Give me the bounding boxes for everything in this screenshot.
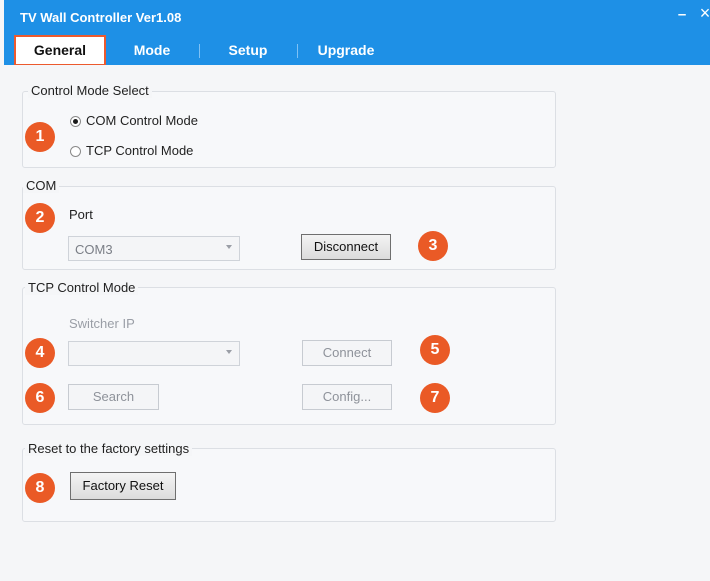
- title-bar: TV Wall Controller Ver1.08 – ×: [4, 0, 710, 36]
- factory-reset-button[interactable]: Factory Reset: [70, 472, 176, 500]
- tab-upgrade[interactable]: Upgrade: [308, 36, 384, 65]
- tab-bar: General Mode Setup Upgrade: [4, 35, 710, 66]
- com-mode-radio[interactable]: [70, 116, 81, 127]
- disconnect-button[interactable]: Disconnect: [301, 234, 391, 260]
- close-button[interactable]: ×: [698, 3, 710, 23]
- tcp-title: TCP Control Mode: [25, 280, 139, 295]
- callout-badge: 6: [25, 383, 55, 413]
- callout-badge: 5: [420, 335, 450, 365]
- port-value: COM3: [75, 242, 113, 257]
- chevron-down-icon: [226, 245, 232, 249]
- minimize-button[interactable]: –: [674, 6, 690, 26]
- callout-badge: 1: [25, 122, 55, 152]
- port-select[interactable]: COM3: [68, 236, 240, 261]
- connect-button[interactable]: Connect: [302, 340, 392, 366]
- window-title: TV Wall Controller Ver1.08: [20, 10, 182, 25]
- tab-mode[interactable]: Mode: [116, 36, 188, 65]
- callout-badge: 3: [418, 231, 448, 261]
- general-panel: Control Mode Select 1 COM Control Mode T…: [4, 65, 710, 581]
- callout-badge: 2: [25, 203, 55, 233]
- search-button[interactable]: Search: [68, 384, 159, 410]
- control-mode-title: Control Mode Select: [28, 83, 152, 98]
- port-label: Port: [69, 207, 93, 222]
- callout-badge: 4: [25, 338, 55, 368]
- callout-badge: 8: [25, 473, 55, 503]
- tab-divider: [297, 44, 298, 58]
- reset-title: Reset to the factory settings: [25, 441, 193, 456]
- chevron-down-icon: [226, 350, 232, 354]
- callout-badge: 7: [420, 383, 450, 413]
- config-button[interactable]: Config...: [302, 384, 392, 410]
- tab-general[interactable]: General: [14, 35, 106, 66]
- tab-setup[interactable]: Setup: [210, 36, 286, 65]
- tcp-mode-label[interactable]: TCP Control Mode: [86, 143, 193, 158]
- tcp-mode-radio[interactable]: [70, 146, 81, 157]
- tab-divider: [199, 44, 200, 58]
- com-title: COM: [23, 178, 60, 193]
- switcher-ip-label: Switcher IP: [69, 316, 135, 331]
- switcher-ip-select[interactable]: [68, 341, 240, 366]
- com-mode-label[interactable]: COM Control Mode: [86, 113, 198, 128]
